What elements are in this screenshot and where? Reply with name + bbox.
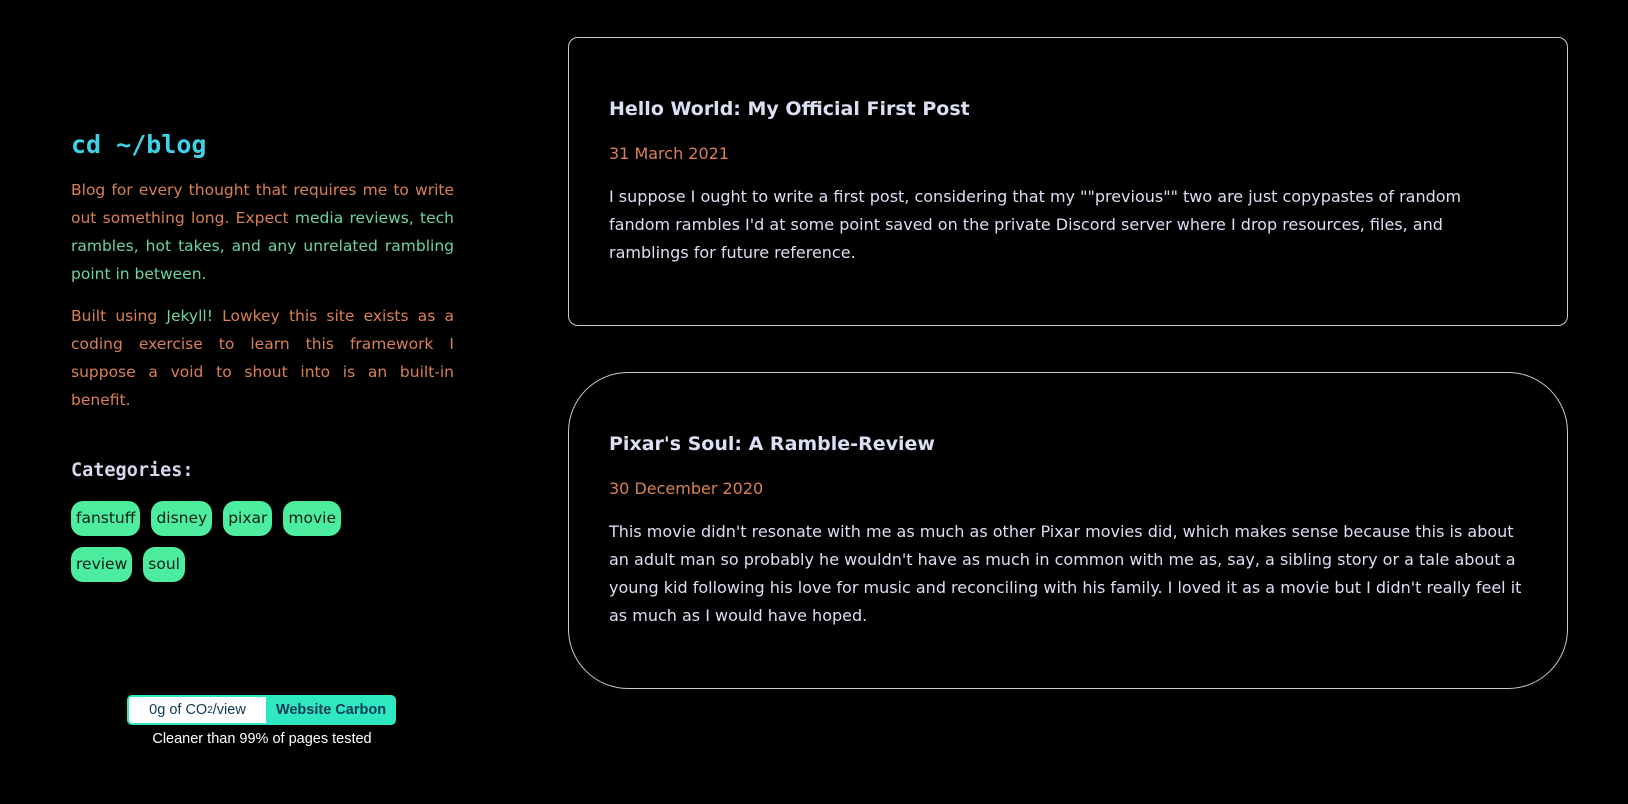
site-title[interactable]: cd ~/blog: [71, 128, 454, 162]
sidebar: cd ~/blog Blog for every thought that re…: [71, 128, 454, 582]
website-carbon-badge: 0g of CO 2/view Website Carbon Cleaner th…: [127, 695, 397, 747]
tag-review[interactable]: review: [71, 547, 133, 582]
post-date: 30 December 2020: [609, 479, 764, 498]
post-title-link[interactable]: Pixar's Soul: A Ramble-Review: [609, 431, 935, 457]
tag-soul[interactable]: soul: [143, 547, 185, 582]
intro-paragraph-1: Blog for every thought that requires me …: [71, 176, 454, 288]
tag-disney[interactable]: disney: [151, 501, 213, 536]
carbon-value: 0g of CO 2/view: [127, 695, 266, 725]
post-excerpt: This movie didn't resonate with me as mu…: [609, 522, 1522, 625]
jekyll-link[interactable]: Jekyll!: [166, 307, 213, 325]
post-excerpt: I suppose I ought to write a first post,…: [609, 187, 1462, 262]
carbon-caption: Cleaner than 99% of pages tested: [152, 731, 372, 747]
post-card: Hello World: My Official First Post 31 M…: [568, 37, 1568, 326]
carbon-value-prefix: 0g of CO: [149, 702, 208, 718]
categories-heading: Categories:: [71, 460, 194, 481]
intro-paragraph-2: Built using Jekyll! Lowkey this site exi…: [71, 302, 454, 414]
tag-fanstuff[interactable]: fanstuff: [71, 501, 141, 536]
category-tags: fanstuff disney pixar movie review soul: [71, 501, 411, 582]
post-date: 31 March 2021: [609, 144, 730, 163]
tag-movie[interactable]: movie: [283, 501, 342, 536]
carbon-badge-row: 0g of CO 2/view Website Carbon: [127, 695, 397, 725]
tag-pixar[interactable]: pixar: [223, 501, 273, 536]
carbon-value-suffix: /view: [212, 702, 246, 718]
post-title-link[interactable]: Hello World: My Official First Post: [609, 96, 970, 122]
website-carbon-link[interactable]: Website Carbon: [266, 695, 396, 725]
intro-text: Built using: [71, 307, 167, 325]
post-card: Pixar's Soul: A Ramble-Review 30 Decembe…: [568, 372, 1568, 689]
